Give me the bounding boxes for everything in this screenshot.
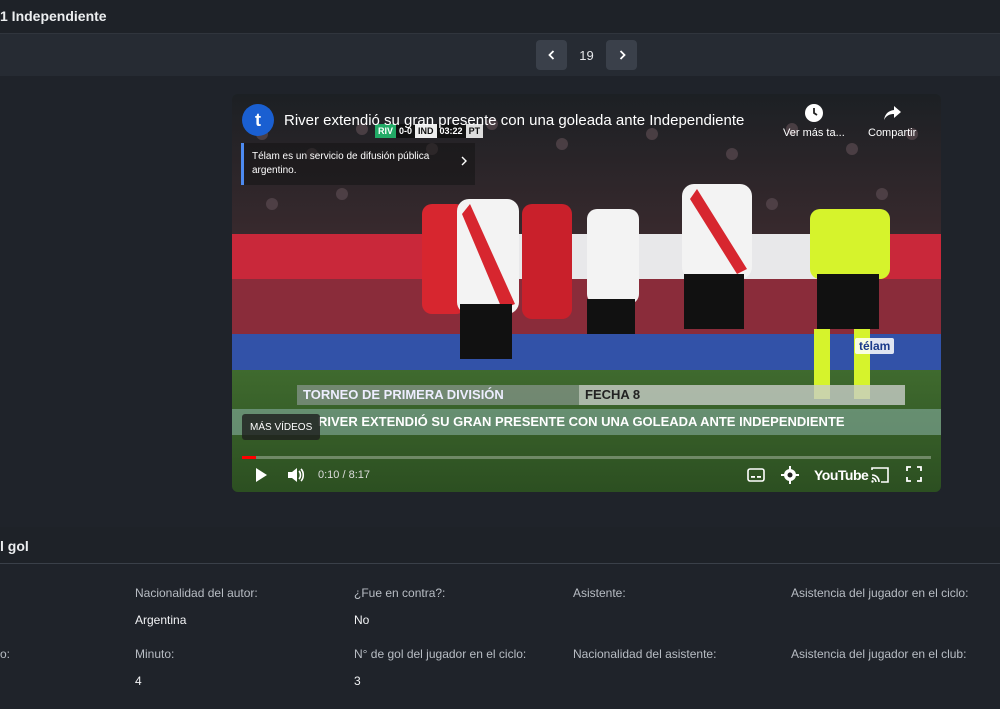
goal-section-title: l gol (0, 538, 29, 554)
fullscreen-button[interactable] (906, 466, 922, 482)
watch-later-label: Ver más ta... (783, 127, 845, 139)
captions-icon (747, 468, 765, 482)
share-icon (884, 106, 902, 120)
settings-button[interactable] (781, 466, 799, 484)
channel-logo[interactable]: t (242, 104, 274, 136)
broadcaster-watermark: télam (855, 338, 895, 354)
youtube-logo[interactable]: YouTube (814, 467, 869, 483)
info-panel[interactable]: Télam es un servicio de difusión pública… (241, 143, 475, 185)
gear-icon (781, 466, 799, 484)
field-label: Asistencia del jugador en el club: (791, 647, 967, 661)
field-value: Argentina (135, 613, 187, 627)
field-label: N° de gol del jugador en el ciclo: (354, 647, 527, 661)
field-value: 3 (354, 674, 361, 688)
share-button[interactable]: Compartir (868, 103, 916, 139)
cast-icon (871, 467, 889, 483)
chevron-right-icon (619, 50, 626, 60)
field-label: Nacionalidad del autor: (135, 586, 258, 600)
goal-details: Nacionalidad del autor: Argentina ¿Fue e… (0, 564, 1000, 709)
top-header: 1 Independiente (0, 0, 1000, 34)
field-label: Asistente: (573, 586, 626, 600)
field-label: o: (0, 647, 11, 661)
field-label: ¿Fue en contra?: (354, 586, 446, 600)
round-label: FECHA 8 (579, 385, 905, 405)
clock-icon (804, 104, 823, 122)
cast-button[interactable] (870, 466, 890, 484)
match-title: 1 Independiente (0, 8, 107, 24)
goal-section-header: l gol (0, 527, 1000, 564)
previous-page-button[interactable] (536, 40, 567, 70)
chevron-right-icon (461, 156, 467, 166)
next-page-button[interactable] (606, 40, 637, 70)
page-number: 19 (579, 47, 594, 63)
pager-row: 19 (0, 34, 1000, 76)
watch-later-button[interactable]: Ver más ta... (783, 103, 845, 139)
time-display: 0:10 / 8:17 (318, 469, 370, 481)
chevron-left-icon (547, 50, 554, 60)
captions-button[interactable] (747, 468, 765, 482)
fullscreen-icon (906, 466, 922, 482)
video-title[interactable]: River extendió su gran presente con una … (284, 112, 744, 129)
volume-button[interactable] (286, 466, 306, 484)
field-value: No (354, 613, 370, 627)
ticker-text: RIVER EXTENDIÓ SU GRAN PRESENTE CON UNA … (232, 409, 941, 435)
tournament-label: TORNEO DE PRIMERA DIVISIÓN (297, 385, 579, 405)
play-button[interactable] (252, 466, 270, 484)
info-text: Télam es un servicio de difusión pública… (252, 151, 430, 176)
progress-bar[interactable] (242, 456, 931, 459)
field-label: Nacionalidad del asistente: (573, 647, 717, 661)
field-label: Asistencia del jugador en el ciclo: (791, 586, 969, 600)
player-controls: 0:10 / 8:17 YouTube (242, 464, 931, 488)
progress-fill (242, 456, 256, 459)
lower-third: TORNEO DE PRIMERA DIVISIÓN FECHA 8 (297, 385, 905, 405)
field-value: 4 (135, 674, 142, 688)
share-label: Compartir (868, 127, 917, 139)
play-icon (256, 468, 267, 482)
more-videos-button[interactable]: MÁS VÍDEOS (242, 414, 321, 440)
volume-icon (288, 468, 305, 482)
field-label: Minuto: (135, 647, 175, 661)
